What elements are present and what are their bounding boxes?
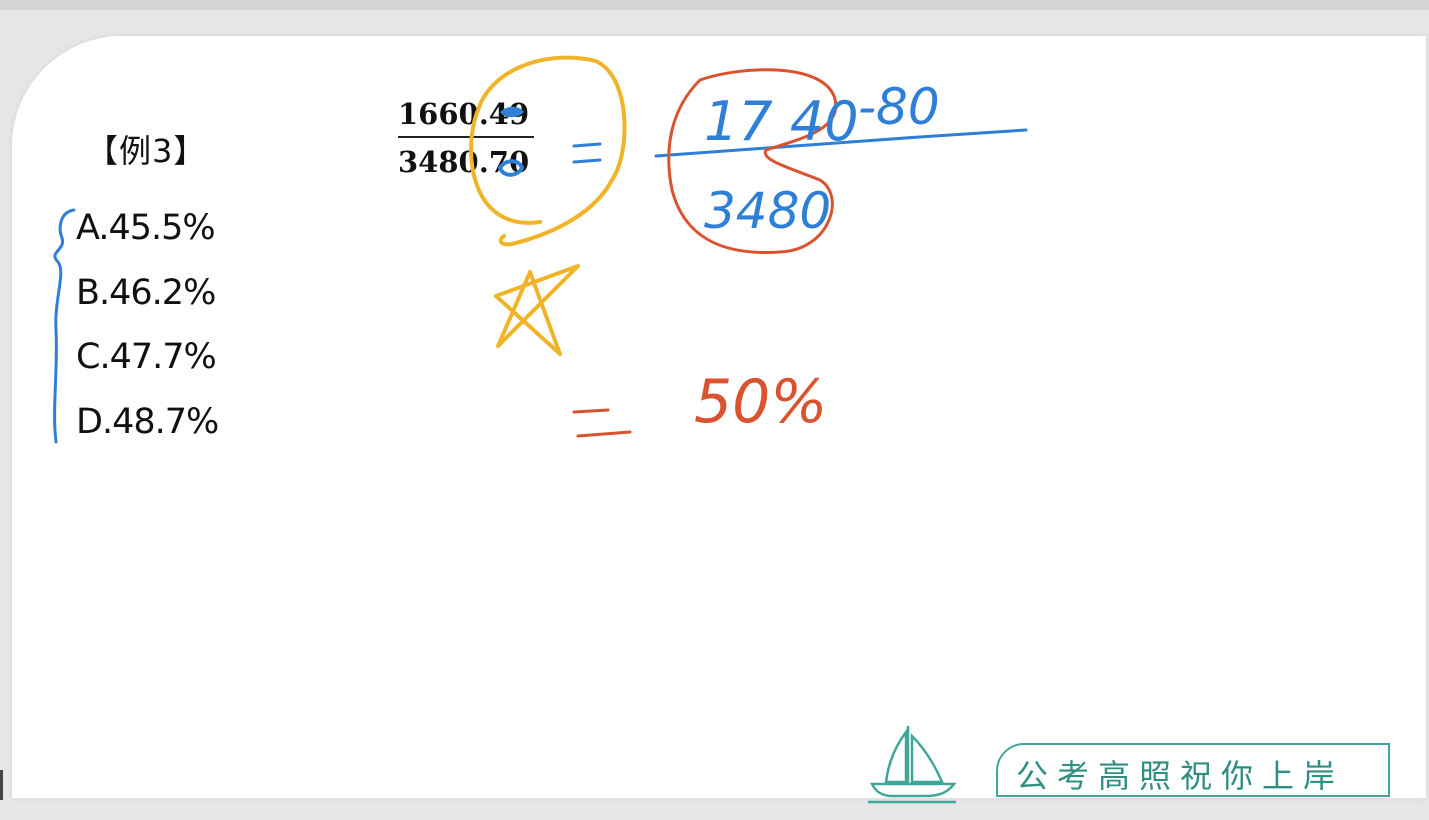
- example-label: 【例3】: [86, 132, 207, 170]
- option-c[interactable]: C.47.7%: [76, 335, 218, 400]
- slide-canvas: [12, 36, 1426, 798]
- slogan-banner: 公考高照祝你上岸: [996, 743, 1390, 797]
- option-a[interactable]: A.45.5%: [76, 206, 218, 271]
- fraction-bar: [398, 136, 534, 138]
- window-top-bar: [0, 0, 1429, 10]
- option-d[interactable]: D.48.7%: [76, 400, 219, 465]
- sailboat-icon: [868, 726, 957, 804]
- answer-options: A.45.5% B.46.2% C.47.7% D.48.7%: [76, 206, 219, 465]
- left-edge-mark: [0, 770, 3, 800]
- fraction-numerator: 1660.49: [398, 97, 530, 131]
- option-b[interactable]: B.46.2%: [76, 271, 218, 336]
- question-fraction: 1660.49 3480.70: [398, 96, 536, 180]
- slogan-text: 公考高照祝你上岸: [1016, 757, 1345, 795]
- fraction-denominator: 3480.70: [398, 145, 530, 179]
